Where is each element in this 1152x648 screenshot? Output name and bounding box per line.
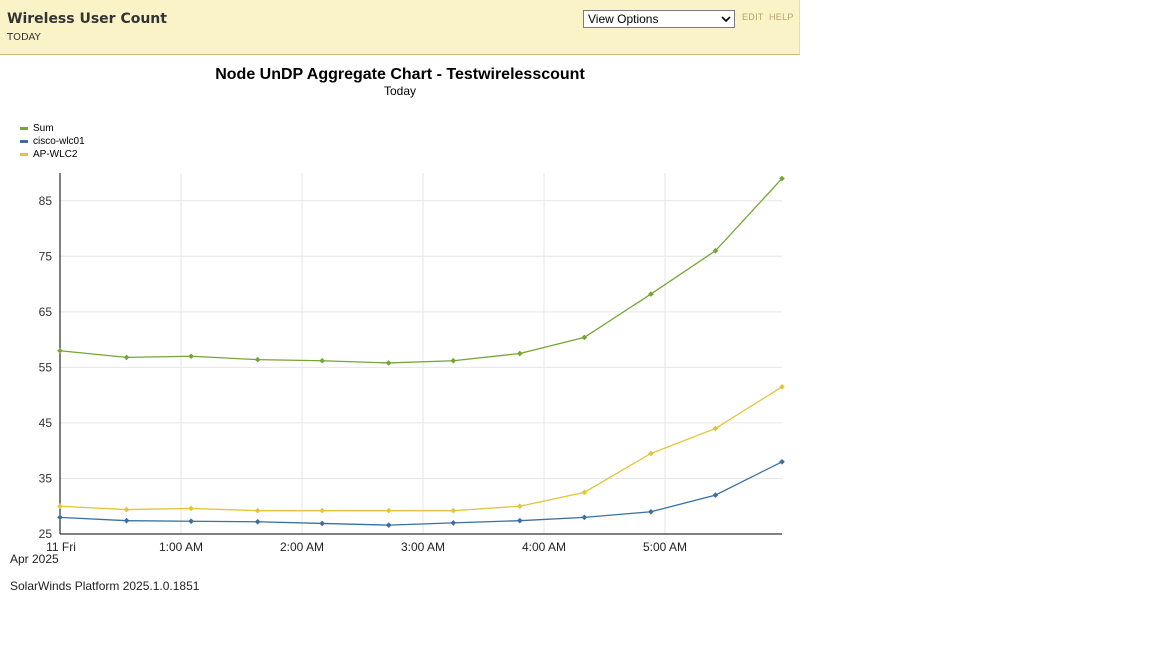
data-point-1 <box>385 522 392 528</box>
edit-link[interactable]: EDIT <box>742 12 764 22</box>
data-point-0 <box>188 353 194 360</box>
data-point-1 <box>254 518 261 525</box>
x-tick-label: 3:00 AM <box>401 540 445 554</box>
series-line-1 <box>59 461 783 526</box>
data-point-2 <box>516 503 523 510</box>
y-tick-label: 55 <box>39 360 53 374</box>
legend-label: cisco-wlc01 <box>33 136 85 147</box>
chart-subtitle: Today <box>383 84 417 98</box>
view-options-value: View Options <box>588 12 659 26</box>
y-tick-label: 75 <box>39 249 53 263</box>
data-point-0 <box>516 350 523 357</box>
y-tick-label: 45 <box>39 416 53 430</box>
resource-subtitle: TODAY <box>7 32 41 43</box>
legend-swatch <box>20 127 28 130</box>
legend-item-sum: Sum <box>20 122 85 135</box>
data-point-0 <box>57 347 63 354</box>
resource-title: Wireless User Count <box>7 11 167 27</box>
data-point-0 <box>254 356 261 363</box>
data-point-2 <box>57 503 63 510</box>
view-options-select[interactable]: View Options <box>583 10 735 28</box>
x-tick-label: 1:00 AM <box>159 540 203 554</box>
data-point-2 <box>188 505 194 512</box>
data-point-1 <box>516 517 523 524</box>
x-axis-date-label: Apr 2025 <box>10 552 59 566</box>
x-tick-label: 5:00 AM <box>643 540 687 554</box>
data-point-0 <box>385 360 392 366</box>
data-point-1 <box>648 508 654 515</box>
data-point-1 <box>779 458 785 465</box>
y-tick-label: 25 <box>39 527 53 541</box>
data-point-1 <box>57 514 63 521</box>
data-point-2 <box>123 506 130 513</box>
chevron-down-icon <box>721 16 731 23</box>
data-point-1 <box>188 518 194 525</box>
data-point-0 <box>450 357 457 364</box>
series-line-0 <box>59 178 783 364</box>
legend-item-cisco: cisco-wlc01 <box>20 135 85 148</box>
chart-legend: Sum cisco-wlc01 AP-WLC2 <box>20 122 85 161</box>
data-point-1 <box>450 520 457 526</box>
series-line-2 <box>59 386 783 512</box>
resource-header: Wireless User Count TODAY View Options E… <box>0 0 800 55</box>
data-point-1 <box>712 492 719 498</box>
x-tick-label: 2:00 AM <box>280 540 324 554</box>
legend-label: Sum <box>33 123 54 134</box>
data-point-2 <box>254 507 261 514</box>
data-point-1 <box>123 517 130 524</box>
data-point-2 <box>450 507 457 514</box>
footer-version: SolarWinds Platform 2025.1.0.1851 <box>10 579 200 593</box>
help-link[interactable]: HELP <box>769 12 794 22</box>
data-point-1 <box>581 514 588 521</box>
y-tick-label: 35 <box>39 471 53 485</box>
data-point-1 <box>319 520 326 527</box>
y-tick-label: 65 <box>39 305 53 319</box>
x-tick-label: 4:00 AM <box>522 540 566 554</box>
line-chart: 2535455565758511 Fri 1:00 AM 2:00 AM 3:00 A… <box>10 173 785 566</box>
data-point-2 <box>319 507 326 514</box>
data-point-2 <box>385 507 392 514</box>
chart-title: Node UnDP Aggregate Chart - Testwireless… <box>215 66 585 83</box>
data-point-0 <box>123 354 130 361</box>
y-tick-label: 85 <box>39 194 53 208</box>
data-point-0 <box>319 357 326 364</box>
legend-swatch <box>20 153 28 156</box>
legend-swatch <box>20 140 28 143</box>
